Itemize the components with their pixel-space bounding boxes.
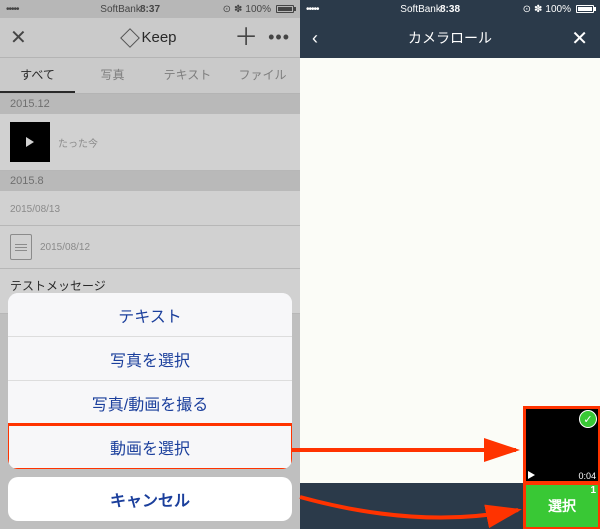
video-thumbnail[interactable]: ✓ 0:04 [524,407,600,483]
action-sheet: テキスト 写真を選択 写真/動画を撮る 動画を選択 キャンセル [8,293,292,521]
sheet-option-camera[interactable]: 写真/動画を撮る [8,381,292,425]
select-label: 選択 [548,496,576,516]
sheet-options: テキスト 写真を選択 写真/動画を撮る 動画を選択 [8,293,292,469]
close-icon[interactable]: ✕ [571,26,588,51]
screen-camera-roll: ••••• SoftBank 8:38 ⊙ ✽ 100% ‹ カメラロール ✕ … [300,0,600,529]
video-duration: 0:04 [578,471,596,481]
screen-keep: ••••• SoftBank 8:37 ⊙ ✽ 100% ✕ Keep ＋ ••… [0,0,300,529]
footer-bar: 選択 1 [300,483,600,529]
select-button[interactable]: 選択 1 [524,483,600,529]
clock: 8:38 [300,4,600,15]
select-count: 1 [590,485,596,496]
sheet-option-video[interactable]: 動画を選択 [8,425,292,469]
battery-icon [576,5,594,13]
back-icon[interactable]: ‹ [312,28,318,49]
sheet-cancel-button[interactable]: キャンセル [8,477,292,521]
play-icon [528,471,535,479]
sheet-option-text[interactable]: テキスト [8,293,292,337]
check-icon: ✓ [579,410,597,428]
status-bar: ••••• SoftBank 8:38 ⊙ ✽ 100% [300,0,600,18]
nav-bar: ‹ カメラロール ✕ [300,18,600,58]
nav-title: カメラロール [300,28,600,48]
sheet-option-photo[interactable]: 写真を選択 [8,337,292,381]
